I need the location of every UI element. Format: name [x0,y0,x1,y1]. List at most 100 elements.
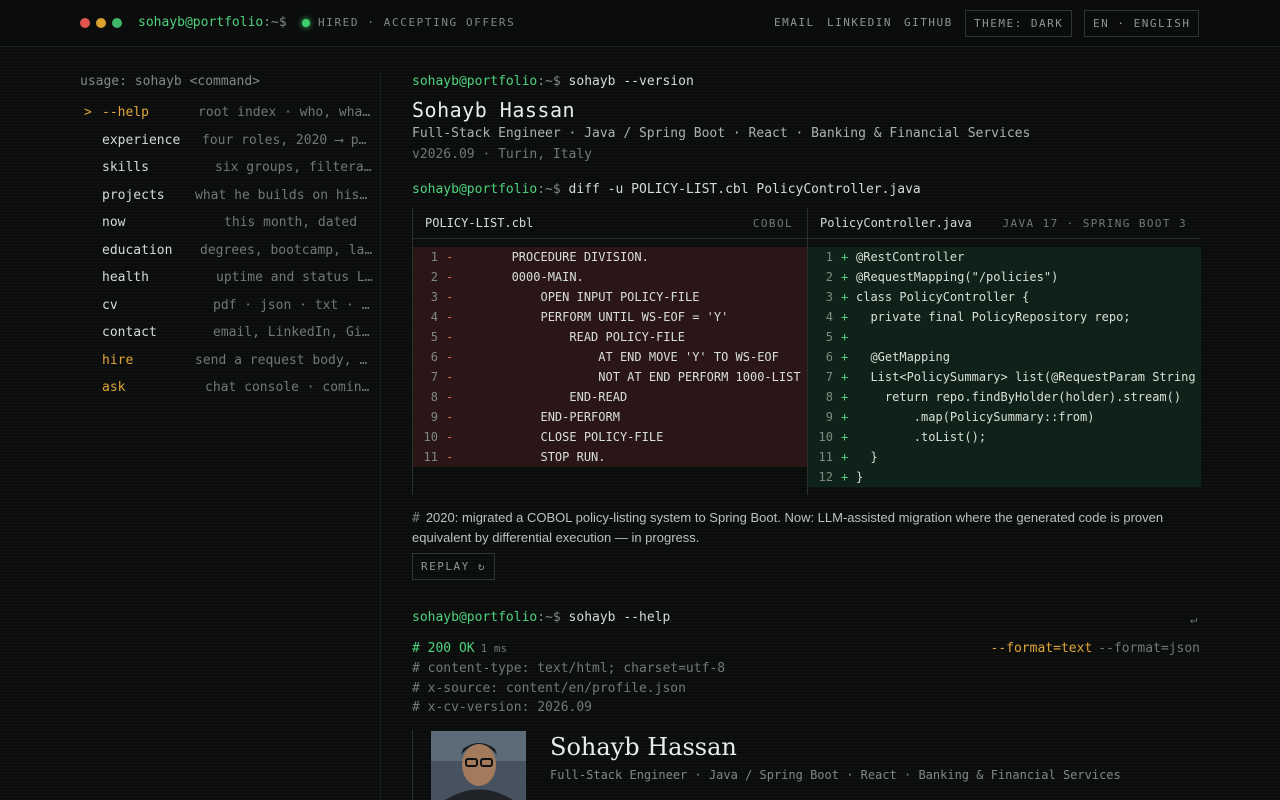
sidebar-item-projects[interactable]: projects what he builds on his own time [80,188,380,208]
added-marker: + [841,450,849,464]
language-label: COBOL [752,217,793,230]
code-text: CLOSE POLICY-FILE [461,430,664,444]
status-led-icon [302,19,310,27]
github-link[interactable]: GITHUB [904,16,953,29]
file-name: POLICY-LIST.cbl [425,216,534,230]
command-text: diff -u POLICY-LIST.cbl PolicyController… [568,182,921,197]
code-line: 11 + } [808,447,1201,467]
sidebar-item-help[interactable]: > --help root index · who, what he does [80,105,380,125]
sidebar-item-ask[interactable]: ask chat console · coming soon [80,380,380,400]
sidebar-item-desc: pdf · json · txt · md [213,298,374,313]
sidebar-item-desc: send a request body, get a reply [195,353,374,368]
code-text: END-PERFORM [461,410,620,424]
added-marker: + [841,290,849,304]
diff-viewer: POLICY-LIST.cbl COBOL 1- PROCEDURE DIVIS… [412,208,1201,495]
replay-button[interactable]: REPLAY ↻ [412,553,495,580]
sidebar-item-health[interactable]: health uptime and status LEDs [80,270,380,290]
code-text: } [856,450,878,464]
code-text: @GetMapping [856,350,950,364]
code-line: 9- END-PERFORM [413,407,807,427]
code-line: 1 + @RestController [808,247,1201,267]
line-number: 4 [430,310,438,324]
removed-marker: - [446,350,454,364]
line-number: 2 [430,270,438,284]
sidebar-item-desc: email, LinkedIn, GitHub [213,325,374,340]
code-text: class PolicyController { [856,290,1030,304]
sidebar-divider [380,70,381,800]
sidebar-item-label: hire [102,353,134,368]
removed-marker: - [446,310,454,324]
tagline: Full-Stack Engineer · Java / Spring Boot… [412,126,1031,141]
removed-marker: - [446,390,454,404]
code-text: PROCEDURE DIVISION. [461,250,649,264]
sidebar-item-desc: four roles, 2020 ⟶ present [202,133,374,148]
code-text: OPEN INPUT POLICY-FILE [461,290,700,304]
sidebar-item-desc: what he builds on his own time [195,188,374,203]
line-number: 9 [825,410,833,424]
hired-status: HIRED · ACCEPTING OFFERS [318,16,516,29]
sidebar-item-desc: chat console · coming soon [205,380,374,395]
code-line: 4 + private final PolicyRepository repo; [808,307,1201,327]
added-marker: + [841,390,849,404]
line-number: 5 [825,330,833,344]
sidebar-item-contact[interactable]: contact email, LinkedIn, GitHub [80,325,380,345]
sidebar-item-label: ask [102,380,126,395]
code-text: NOT AT END PERFORM 1000-LIST [461,370,801,384]
code-line: 5- READ POLICY-FILE [413,327,807,347]
line-number: 6 [430,350,438,364]
profile-tagline: Full-Stack Engineer · Java / Spring Boot… [550,768,1121,782]
removed-marker: - [446,430,454,444]
sidebar-item-now[interactable]: now this month, dated [80,215,380,235]
diff-pane-java: PolicyController.java JAVA 17 · SPRING B… [807,208,1201,495]
code-text: AT END MOVE 'Y' TO WS-EOF [461,350,779,364]
code-text: 0000-MAIN. [461,270,584,284]
added-marker: + [841,370,849,384]
sidebar-item-hire[interactable]: hire send a request body, get a reply [80,353,380,373]
sidebar-item-education[interactable]: education degrees, bootcamp, languages [80,243,380,263]
sidebar-item-label: health [102,270,149,285]
theme-button[interactable]: THEME: DARK [965,10,1073,37]
version-text: v2026.09 · Turin, Italy [412,147,593,162]
profile-name: Sohayb Hassan [550,733,737,761]
format-switch: --format=text --format=json [991,641,1201,656]
enter-icon[interactable]: ↵ [1190,612,1197,626]
code-line: 8 + return repo.findByHolder(holder).stre… [808,387,1201,407]
profile-card: Sohayb Hassan Full-Stack Engineer · Java… [412,730,1200,800]
window-minimize-dot[interactable] [96,18,106,28]
window-maximize-dot[interactable] [112,18,122,28]
sidebar-item-label: education [102,243,173,258]
removed-marker: - [446,270,454,284]
sidebar-item-cv[interactable]: cv pdf · json · txt · md [80,298,380,318]
sidebar-item-label: experience [102,133,181,148]
sidebar-item-experience[interactable]: experience four roles, 2020 ⟶ present [80,133,380,153]
migration-note: #2020: migrated a COBOL policy-listing s… [412,510,1164,545]
linkedin-link[interactable]: LINKEDIN [827,16,892,29]
line-number: 8 [825,390,833,404]
code-line: 5 + [808,327,1201,347]
line-number: 8 [430,390,438,404]
response-header: # content-type: text/html; charset=utf-8 [412,661,726,676]
caret-icon: > [84,105,92,120]
sidebar-item-label: skills [102,160,149,175]
sidebar-item-skills[interactable]: skills six groups, filterable [80,160,380,180]
line-number: 3 [430,290,438,304]
line-number: 7 [825,370,833,384]
format-json-link[interactable]: --format=json [1098,641,1200,656]
code-line: 7- NOT AT END PERFORM 1000-LIST [413,367,807,387]
window-close-dot[interactable] [80,18,90,28]
language-button[interactable]: EN · ENGLISH [1084,10,1200,37]
code-text: @RestController [856,250,965,264]
email-link[interactable]: EMAIL [774,16,815,29]
format-text-link[interactable]: --format=text [991,641,1093,656]
sidebar-item-desc: uptime and status LEDs [216,270,374,285]
removed-marker: - [446,290,454,304]
code-line: 11- STOP RUN. [413,447,807,467]
sidebar-item-label: --help [102,105,149,120]
top-prompt: sohayb@portfolio:~$ [138,15,287,30]
removed-marker: - [446,330,454,344]
page-title: Sohayb Hassan [412,98,576,122]
code-line: 10 + .toList(); [808,427,1201,447]
added-marker: + [841,270,849,284]
code-block: 1 + @RestController 2 + @RequestMapping("/pol… [808,247,1201,487]
code-text: private final PolicyRepository repo; [856,310,1131,324]
